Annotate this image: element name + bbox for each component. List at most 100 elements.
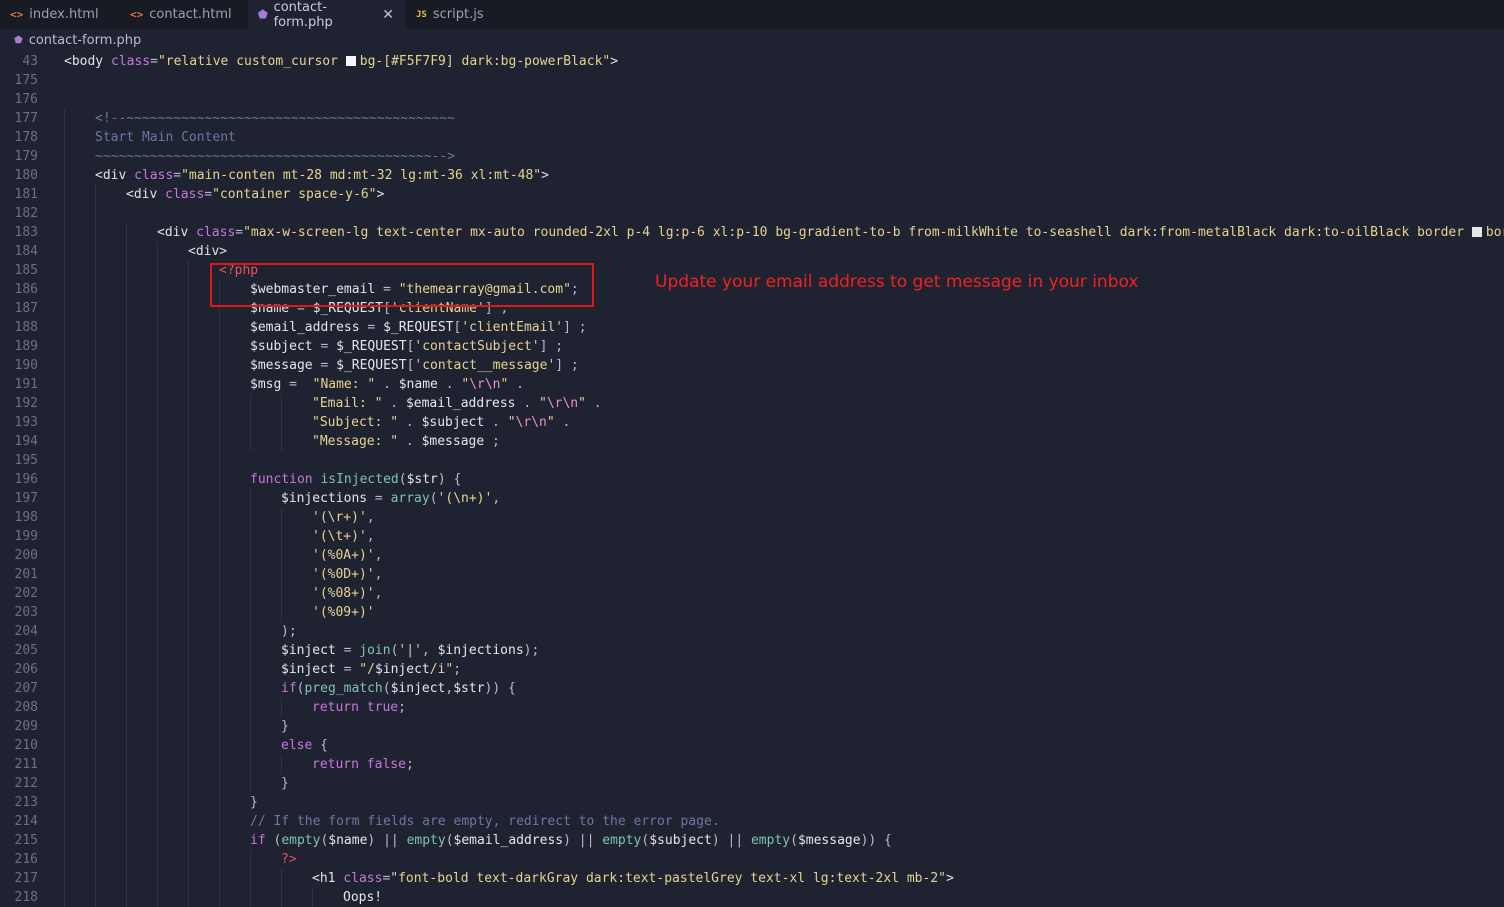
code-line[interactable]: 214 // If the form fields are empty, redi… — [0, 812, 1504, 831]
indent-guide — [281, 698, 282, 717]
code-line[interactable]: 209} — [0, 717, 1504, 736]
line-number: 210 — [14, 738, 38, 753]
code-line[interactable]: 178 Start Main Content — [0, 128, 1504, 147]
tab-contact-form-php[interactable]: ⬟ contact-form.php ✕ — [248, 0, 406, 30]
tab-script-js[interactable]: JS script.js — [406, 0, 502, 29]
code-line[interactable]: 176 — [0, 90, 1504, 109]
code-token: = — [367, 320, 384, 335]
breadcrumb[interactable]: ⬟ contact-form.php — [0, 29, 1504, 52]
code-line[interactable]: 206 $inject = "/$inject/i"; — [0, 660, 1504, 679]
code-token: ); — [281, 624, 297, 639]
code-line[interactable]: 203 '(%09+)' — [0, 603, 1504, 622]
indent-guide — [188, 717, 189, 736]
close-icon[interactable]: ✕ — [382, 7, 394, 23]
indent-guide — [95, 546, 96, 565]
indent-guide — [126, 565, 127, 584]
code-line[interactable]: 179 ~~~~~~~~~~~~~~~~~~~~~~~~~~~~~~~~~~~~~… — [0, 147, 1504, 166]
indent-guide — [64, 489, 65, 508]
indent-guide — [250, 432, 251, 451]
code-token: )) { — [484, 681, 516, 696]
code-token: "relative custom_cursor — [157, 54, 346, 69]
code-line[interactable]: 201 '(%0D+)', — [0, 565, 1504, 584]
indent-guide — [64, 812, 65, 831]
indent-guide — [157, 527, 158, 546]
code-line[interactable]: 211 return false; — [0, 755, 1504, 774]
code-line[interactable]: 215 if (empty($name) || empty($email_addr… — [0, 831, 1504, 850]
code-text: } — [250, 793, 258, 812]
indent-guide — [188, 736, 189, 755]
code-line[interactable]: 216 ?> — [0, 850, 1504, 869]
tab-contact-html[interactable]: <> contact.html — [120, 0, 248, 29]
code-line[interactable]: 189 $subject = $_REQUEST['contactSubject'… — [0, 337, 1504, 356]
code-line[interactable]: 197 $injections = array('(\n+)', — [0, 489, 1504, 508]
code-text: if (empty($name) || empty($email_address… — [250, 831, 892, 850]
code-line[interactable]: 177 <!--~~~~~~~~~~~~~~~~~~~~~~~~~~~~~~~~~… — [0, 109, 1504, 128]
code-line[interactable]: 191 $msg = "Name: " . $name . "\r\n" . — [0, 375, 1504, 394]
code-line[interactable]: 200 '(%0A+)', — [0, 546, 1504, 565]
code-line[interactable]: 188 $email_address = $_REQUEST['clientEma… — [0, 318, 1504, 337]
code-line[interactable]: 199 '(\t+)', — [0, 527, 1504, 546]
code-line[interactable]: 204); — [0, 622, 1504, 641]
indent-guide — [64, 888, 65, 907]
code-line[interactable]: 210 else { — [0, 736, 1504, 755]
tab-index-html[interactable]: <> index.html — [0, 0, 120, 29]
code-line[interactable]: 180 <div class="main-conten mt-28 md:mt-3… — [0, 166, 1504, 185]
indent-guide — [219, 774, 220, 793]
indent-guide — [157, 242, 158, 261]
code-token: '(%09+)' — [312, 605, 375, 620]
code-text: ~~~~~~~~~~~~~~~~~~~~~~~~~~~~~~~~~~~~~~~~… — [95, 147, 455, 166]
indent-guide — [250, 869, 251, 888]
code-line[interactable]: 218 Oops! — [0, 888, 1504, 907]
indent-guide — [95, 622, 96, 641]
indent-guide — [95, 679, 96, 698]
line-number: 191 — [14, 377, 38, 392]
indent-guide — [126, 622, 127, 641]
code-line[interactable]: 183 <div class="max-w-screen-lg text-cent… — [0, 223, 1504, 242]
code-line[interactable]: 217 <h1 class="font-bold text-darkGray da… — [0, 869, 1504, 888]
indent-guide — [157, 432, 158, 451]
indent-guide — [64, 242, 65, 261]
line-number: 203 — [14, 605, 38, 620]
code-line[interactable]: 192 "Email: " . $email_address . "\r\n" . — [0, 394, 1504, 413]
indent-guide — [157, 470, 158, 489]
code-line[interactable]: 184 <div> — [0, 242, 1504, 261]
code-line[interactable]: 205 $inject = join('|', $injections); — [0, 641, 1504, 660]
code-token: join — [359, 643, 391, 658]
indent-guide — [250, 850, 251, 869]
indent-guide — [157, 565, 158, 584]
code-text: Start Main Content — [95, 128, 236, 147]
code-line[interactable]: 207 if(preg_match($inject,$str)) { — [0, 679, 1504, 698]
indent-guide — [281, 508, 282, 527]
code-line[interactable]: 182 — [0, 204, 1504, 223]
indent-guide — [188, 603, 189, 622]
code-line[interactable]: 213} — [0, 793, 1504, 812]
indent-guide — [157, 489, 158, 508]
code-line[interactable]: 43 <body class="relative custom_cursor bg… — [0, 52, 1504, 71]
indent-guide — [64, 166, 65, 185]
code-text: $message = $_REQUEST['contact__message']… — [250, 356, 579, 375]
code-line[interactable]: 175 — [0, 71, 1504, 90]
code-token: ; — [398, 700, 406, 715]
code-line[interactable]: 181 <div class="container space-y-6"> — [0, 185, 1504, 204]
indent-guide — [250, 698, 251, 717]
code-line[interactable]: 198 '(\r+)', — [0, 508, 1504, 527]
indent-guide — [64, 831, 65, 850]
code-line[interactable]: 195 — [0, 451, 1504, 470]
code-line[interactable]: 208 return true; — [0, 698, 1504, 717]
indent-guide — [126, 223, 127, 242]
code-line[interactable]: 193 "Subject: " . $subject . "\r\n" . — [0, 413, 1504, 432]
code-text: "Message: " . $message ; — [312, 432, 500, 451]
code-token: // If the form fields are empty, redirec… — [250, 814, 720, 829]
indent-guide — [250, 413, 251, 432]
line-number: 178 — [14, 130, 38, 145]
code-line[interactable]: 212} — [0, 774, 1504, 793]
code-line[interactable]: 190 $message = $_REQUEST['contact__messag… — [0, 356, 1504, 375]
code-line[interactable]: 202 '(%08+)', — [0, 584, 1504, 603]
code-token: '(%08+)' — [312, 586, 375, 601]
indent-guide — [64, 622, 65, 641]
code-line[interactable]: 194 "Message: " . $message ; — [0, 432, 1504, 451]
code-line[interactable]: 196 function isInjected($str) { — [0, 470, 1504, 489]
indent-guide — [219, 356, 220, 375]
line-number: 181 — [14, 187, 38, 202]
code-text: Oops! — [343, 888, 382, 907]
